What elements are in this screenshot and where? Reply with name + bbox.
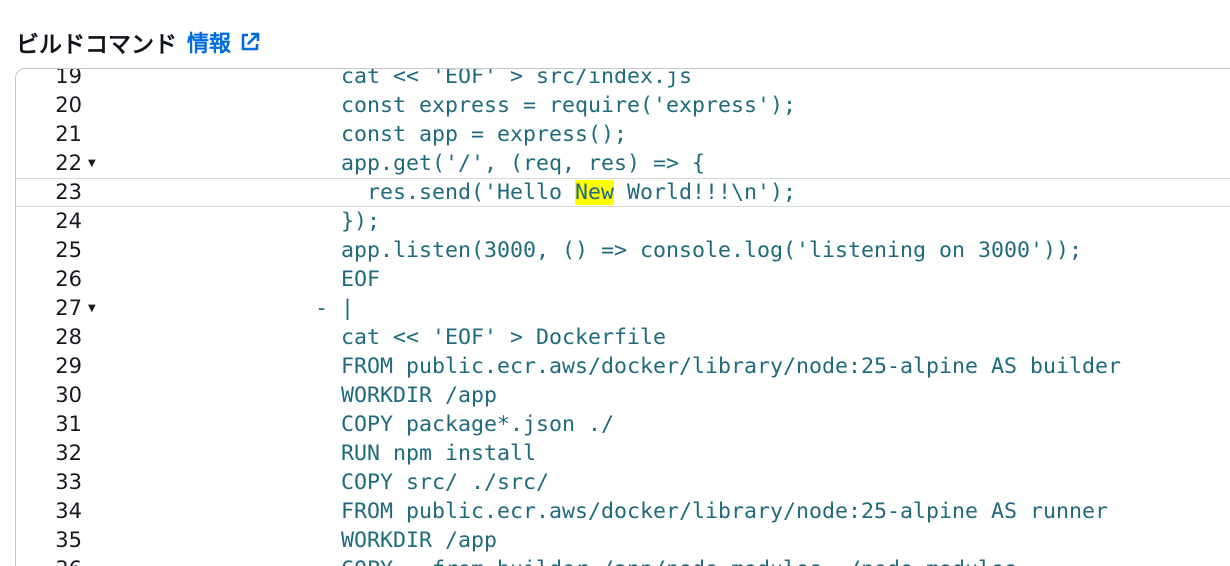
code-text[interactable]: cat << 'EOF' > Dockerfile bbox=[107, 323, 666, 352]
code-line[interactable]: 30 WORKDIR /app bbox=[16, 381, 1230, 410]
section-header: ビルドコマンド 情報 bbox=[16, 24, 261, 60]
code-text[interactable]: EOF bbox=[107, 265, 380, 294]
code-line[interactable]: 31 COPY package*.json ./ bbox=[16, 410, 1230, 439]
code-text[interactable]: WORKDIR /app bbox=[107, 526, 497, 555]
highlighted-text: New bbox=[575, 180, 615, 205]
code-text[interactable]: COPY --from=builder /app/node_modules ./… bbox=[107, 555, 1017, 566]
code-text[interactable]: FROM public.ecr.aws/docker/library/node:… bbox=[107, 497, 1108, 526]
info-link[interactable]: 情報 bbox=[187, 26, 261, 58]
code-line[interactable]: 33 COPY src/ ./src/ bbox=[16, 468, 1230, 497]
code-line[interactable]: 36 COPY --from=builder /app/node_modules… bbox=[16, 555, 1230, 566]
code-line[interactable]: 25 app.listen(3000, () => console.log('l… bbox=[16, 236, 1230, 265]
fold-toggle-icon[interactable]: ▼ bbox=[88, 294, 96, 323]
line-number: 29 bbox=[55, 354, 82, 378]
line-number: 31 bbox=[55, 412, 82, 436]
line-number: 20 bbox=[55, 93, 82, 117]
code-text[interactable]: const express = require('express'); bbox=[107, 91, 796, 120]
code-line[interactable]: 26 EOF bbox=[16, 265, 1230, 294]
code-text[interactable]: res.send('Hello New World!!!\n'); bbox=[107, 179, 796, 206]
fold-toggle-icon[interactable]: ▼ bbox=[88, 149, 96, 178]
code-line[interactable]: 29 FROM public.ecr.aws/docker/library/no… bbox=[16, 352, 1230, 381]
external-link-icon bbox=[241, 32, 260, 51]
line-number: 27 bbox=[55, 296, 82, 320]
code-line[interactable]: 28 cat << 'EOF' > Dockerfile bbox=[16, 323, 1230, 352]
line-number: 30 bbox=[55, 383, 82, 407]
code-text[interactable]: COPY package*.json ./ bbox=[107, 410, 614, 439]
code-line-active[interactable]: 23 res.send('Hello New World!!!\n'); bbox=[16, 178, 1230, 207]
line-number: 26 bbox=[55, 267, 82, 291]
code-text[interactable]: RUN npm install bbox=[107, 439, 536, 468]
code-text[interactable]: WORKDIR /app bbox=[107, 381, 497, 410]
line-number: 22 bbox=[55, 151, 82, 175]
line-number: 24 bbox=[55, 209, 82, 233]
code-text-segment: World!!!\n'); bbox=[614, 180, 797, 205]
code-line[interactable]: 35 WORKDIR /app bbox=[16, 526, 1230, 555]
code-line[interactable]: 34 FROM public.ecr.aws/docker/library/no… bbox=[16, 497, 1230, 526]
code-line[interactable]: 19 cat << 'EOF' > src/index.js bbox=[16, 68, 1230, 91]
code-line[interactable]: 32 RUN npm install bbox=[16, 439, 1230, 468]
code-text[interactable]: }); bbox=[107, 207, 380, 236]
code-text[interactable]: COPY src/ ./src/ bbox=[107, 468, 549, 497]
code-text[interactable]: - | bbox=[107, 294, 354, 323]
code-editor[interactable]: 19 cat << 'EOF' > src/index.js 20 const e… bbox=[15, 68, 1230, 566]
code-lines: 19 cat << 'EOF' > src/index.js 20 const e… bbox=[16, 68, 1230, 566]
line-number: 35 bbox=[55, 528, 82, 552]
code-line[interactable]: 20 const express = require('express'); bbox=[16, 91, 1230, 120]
info-link-label: 情報 bbox=[187, 32, 232, 57]
line-number: 32 bbox=[55, 441, 82, 465]
page-title: ビルドコマンド bbox=[16, 32, 177, 58]
code-text-segment: res.send('Hello bbox=[107, 180, 576, 205]
code-line[interactable]: 21 const app = express(); bbox=[16, 120, 1230, 149]
line-number: 25 bbox=[55, 238, 82, 262]
code-text[interactable]: app.listen(3000, () => console.log('list… bbox=[107, 236, 1082, 265]
code-line[interactable]: 22 ▼ app.get('/', (req, res) => { bbox=[16, 149, 1230, 178]
line-number: 36 bbox=[16, 555, 82, 566]
line-number: 19 bbox=[55, 68, 82, 88]
code-text[interactable]: cat << 'EOF' > src/index.js bbox=[107, 69, 692, 91]
line-number: 21 bbox=[55, 122, 82, 146]
line-number: 33 bbox=[55, 470, 82, 494]
code-line[interactable]: 24 }); bbox=[16, 207, 1230, 236]
line-number: 23 bbox=[55, 180, 82, 204]
code-text[interactable]: FROM public.ecr.aws/docker/library/node:… bbox=[107, 352, 1121, 381]
code-line[interactable]: 27 ▼ - | bbox=[16, 294, 1230, 323]
code-text[interactable]: app.get('/', (req, res) => { bbox=[107, 149, 705, 178]
code-text[interactable]: const app = express(); bbox=[107, 120, 627, 149]
line-number: 28 bbox=[55, 325, 82, 349]
line-number: 34 bbox=[55, 499, 82, 523]
